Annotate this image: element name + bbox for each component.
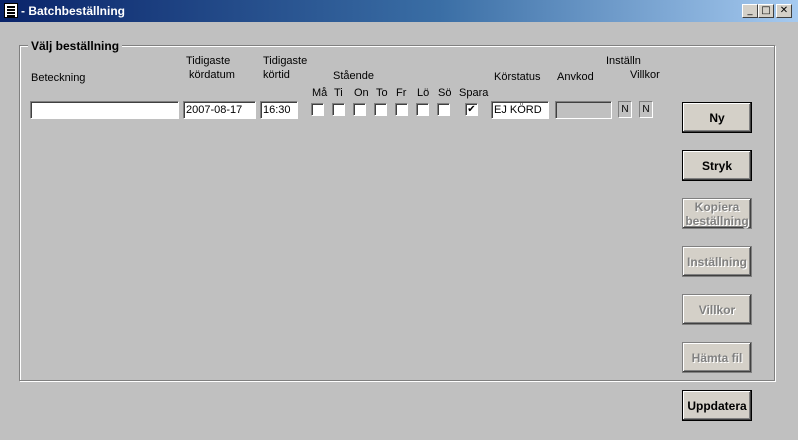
day-label-lo: Lö	[417, 87, 430, 99]
header-anvkod: Anvkod	[557, 71, 594, 83]
group-label: Välj beställning	[28, 39, 123, 53]
hamta-fil-button[interactable]: Hämta fil	[682, 342, 752, 373]
anvkod-field	[555, 101, 612, 119]
window-title: - Batchbeställning	[21, 4, 126, 18]
installn-field: N	[618, 101, 632, 118]
close-button[interactable]: ✕	[776, 4, 792, 18]
day-label-ma: Må	[312, 87, 328, 99]
checkbox-on[interactable]	[353, 103, 366, 116]
day-label-ti: Ti	[334, 87, 343, 99]
korstatus-field[interactable]: EJ KÖRD	[491, 101, 549, 119]
day-label-spara: Spara	[459, 87, 489, 99]
maximize-button[interactable]: □	[758, 4, 774, 18]
villkor-field: N	[639, 101, 653, 118]
minimize-button[interactable]: _	[742, 4, 758, 18]
kopiera-label-line2: beställning	[685, 213, 749, 228]
kordatum-input[interactable]: 2007-08-17	[183, 101, 256, 119]
header-kortid-line1: Tidigaste	[263, 55, 308, 67]
header-kordatum-line1: Tidigaste	[186, 55, 231, 67]
ny-button[interactable]: Ny	[682, 102, 752, 133]
installning-button[interactable]: Inställning	[682, 246, 752, 277]
kortid-input[interactable]: 16:30	[260, 101, 298, 119]
day-label-on: On	[354, 87, 369, 99]
header-installn: Inställn	[606, 55, 641, 67]
header-villkor: Villkor	[630, 69, 660, 81]
header-korstatus: Körstatus	[494, 71, 541, 83]
uppdatera-button[interactable]: Uppdatera	[682, 390, 752, 421]
beteckning-input[interactable]	[30, 101, 179, 119]
day-label-fr: Fr	[396, 87, 407, 99]
app-icon[interactable]	[4, 3, 18, 18]
day-label-to: To	[376, 87, 388, 99]
checkbox-lo[interactable]	[416, 103, 429, 116]
stryk-button[interactable]: Stryk	[682, 150, 752, 181]
header-kortid-line2: körtid	[263, 69, 290, 81]
checkbox-so[interactable]	[437, 103, 450, 116]
header-kordatum-line2: kördatum	[189, 69, 235, 81]
checkbox-ma[interactable]	[311, 103, 324, 116]
checkbox-fr[interactable]	[395, 103, 408, 116]
header-staende: Stående	[333, 70, 374, 82]
kopiera-label-line1: Kopiera	[694, 199, 740, 214]
day-label-so: Sö	[438, 87, 452, 99]
checkbox-to[interactable]	[374, 103, 387, 116]
header-beteckning: Beteckning	[31, 72, 86, 84]
villkor-button[interactable]: Villkor	[682, 294, 752, 325]
check-mark-icon: ✔	[467, 104, 476, 115]
checkbox-ti[interactable]	[332, 103, 345, 116]
kopiera-bestallning-button[interactable]: Kopiera beställning	[682, 198, 752, 229]
checkbox-spara[interactable]: ✔	[465, 103, 478, 116]
